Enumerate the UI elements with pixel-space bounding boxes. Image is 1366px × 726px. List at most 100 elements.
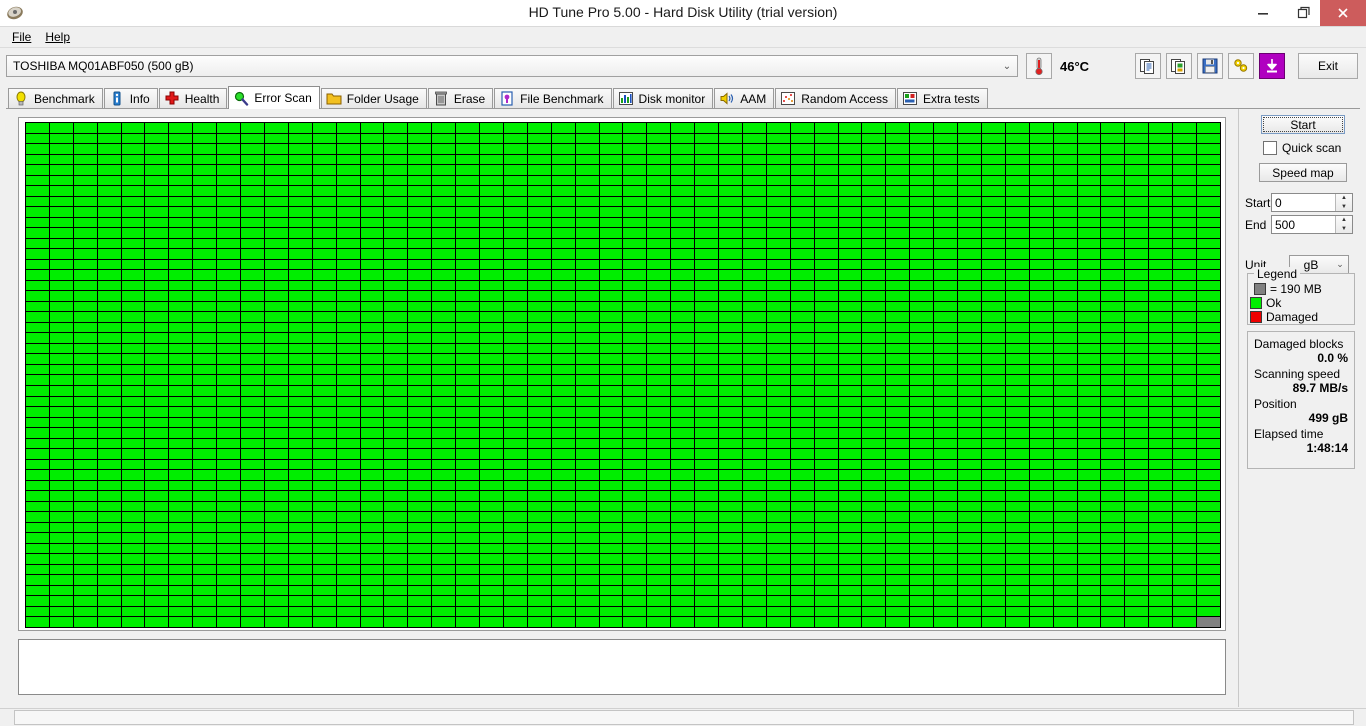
- exit-button[interactable]: Exit: [1298, 53, 1358, 79]
- scan-block: [719, 554, 742, 564]
- scan-block: [217, 291, 241, 301]
- scan-block: [360, 165, 384, 175]
- scan-block: [575, 512, 599, 522]
- end-stepper-up[interactable]: ▲: [1336, 216, 1352, 225]
- scan-block: [647, 585, 671, 596]
- scan-block: [384, 375, 408, 386]
- scan-block: [145, 606, 169, 617]
- quick-scan-checkbox[interactable]: Quick scan: [1263, 141, 1341, 155]
- download-icon[interactable]: [1259, 53, 1285, 79]
- tab-extra-tests[interactable]: Extra tests: [896, 88, 988, 108]
- end-stepper[interactable]: ▲ ▼: [1335, 216, 1352, 233]
- scan-block: [1029, 249, 1053, 259]
- scan-block: [766, 123, 790, 133]
- start-stepper[interactable]: ▲ ▼: [1335, 194, 1352, 211]
- tab-benchmark[interactable]: Benchmark: [8, 88, 103, 108]
- scan-block: [551, 291, 575, 301]
- scan-block: [934, 386, 958, 396]
- maximize-button[interactable]: [1283, 0, 1324, 26]
- end-stepper-down[interactable]: ▼: [1336, 225, 1352, 234]
- scan-block: [934, 606, 958, 617]
- scan-block: [73, 617, 97, 627]
- scan-block: [1053, 428, 1077, 438]
- scan-block: [1053, 501, 1077, 512]
- start-stepper-up[interactable]: ▲: [1336, 194, 1352, 203]
- scan-block: [97, 291, 121, 301]
- scan-block: [814, 428, 838, 438]
- start-input[interactable]: 0 ▲ ▼: [1271, 193, 1353, 212]
- tab-disk-monitor-label: Disk monitor: [638, 91, 706, 106]
- scan-block: [503, 175, 527, 186]
- scan-block: [312, 554, 336, 564]
- scan-block: [575, 301, 599, 312]
- start-button[interactable]: Start: [1261, 115, 1345, 134]
- tab-erase[interactable]: Erase: [427, 88, 494, 108]
- scan-block: [814, 144, 838, 154]
- tab-health[interactable]: Health: [158, 88, 228, 108]
- scan-block: [838, 564, 862, 575]
- tab-disk-monitor[interactable]: Disk monitor: [612, 88, 714, 108]
- copy-icon[interactable]: [1135, 53, 1161, 79]
- scan-block: [217, 301, 241, 312]
- scan-block: [647, 564, 671, 575]
- scan-block: [599, 333, 623, 343]
- close-button[interactable]: [1320, 0, 1366, 26]
- scan-block: [981, 354, 1005, 364]
- scan-block: [838, 133, 862, 144]
- scan-block: [121, 470, 145, 480]
- screenshot-icon[interactable]: [1166, 53, 1192, 79]
- scan-block: [336, 386, 360, 396]
- scan-block: [623, 375, 647, 386]
- settings-icon[interactable]: [1228, 53, 1254, 79]
- scan-block: [599, 522, 623, 533]
- device-select[interactable]: TOSHIBA MQ01ABF050 (500 gB) ⌄: [6, 55, 1018, 77]
- scan-block: [527, 364, 551, 375]
- scan-block: [1149, 533, 1173, 543]
- scan-block: [886, 522, 910, 533]
- scan-block: [599, 217, 623, 228]
- menu-item-help[interactable]: Help: [41, 28, 80, 46]
- scan-block: [1029, 133, 1053, 144]
- scan-block: [790, 396, 814, 407]
- scan-block-grid[interactable]: [25, 122, 1221, 628]
- scan-block: [49, 280, 73, 291]
- scan-block: [97, 438, 121, 449]
- tab-file-benchmark[interactable]: File Benchmark: [494, 88, 612, 108]
- minimize-button[interactable]: [1242, 0, 1283, 26]
- tab-random-access[interactable]: Random Access: [775, 88, 896, 108]
- scan-block: [360, 175, 384, 186]
- speed-map-button[interactable]: Speed map: [1259, 163, 1347, 182]
- tab-file-benchmark-label: File Benchmark: [520, 91, 604, 106]
- tab-info[interactable]: Info: [103, 88, 158, 108]
- scan-block: [910, 186, 934, 196]
- scan-block: [312, 438, 336, 449]
- save-icon[interactable]: [1197, 53, 1223, 79]
- scan-block: [1053, 175, 1077, 186]
- scan-block: [73, 575, 97, 585]
- scan-block: [384, 596, 408, 606]
- scan-block: [1197, 417, 1220, 428]
- tab-aam[interactable]: AAM: [714, 88, 775, 108]
- tab-folder-usage[interactable]: Folder Usage: [320, 88, 427, 108]
- scan-block: [838, 312, 862, 322]
- scan-block: [193, 270, 217, 280]
- start-stepper-down[interactable]: ▼: [1336, 203, 1352, 212]
- scan-block: [384, 512, 408, 522]
- scan-block: [1053, 522, 1077, 533]
- log-output-box[interactable]: [18, 639, 1226, 695]
- scan-block: [97, 196, 121, 207]
- scan-block: [599, 207, 623, 217]
- scan-block: [1125, 501, 1149, 512]
- quick-scan-box[interactable]: [1263, 141, 1277, 155]
- legend-row-ok: Ok: [1250, 296, 1354, 310]
- scan-block: [1125, 554, 1149, 564]
- tab-error-scan[interactable]: Error Scan: [228, 86, 320, 109]
- scan-block: [264, 144, 288, 154]
- scan-block: [480, 165, 503, 175]
- end-input[interactable]: 500 ▲ ▼: [1271, 215, 1353, 234]
- scan-block: [1077, 564, 1101, 575]
- menu-item-file[interactable]: File: [8, 28, 41, 46]
- status-bar: [0, 708, 1366, 726]
- scan-block: [97, 564, 121, 575]
- scan-block: [886, 333, 910, 343]
